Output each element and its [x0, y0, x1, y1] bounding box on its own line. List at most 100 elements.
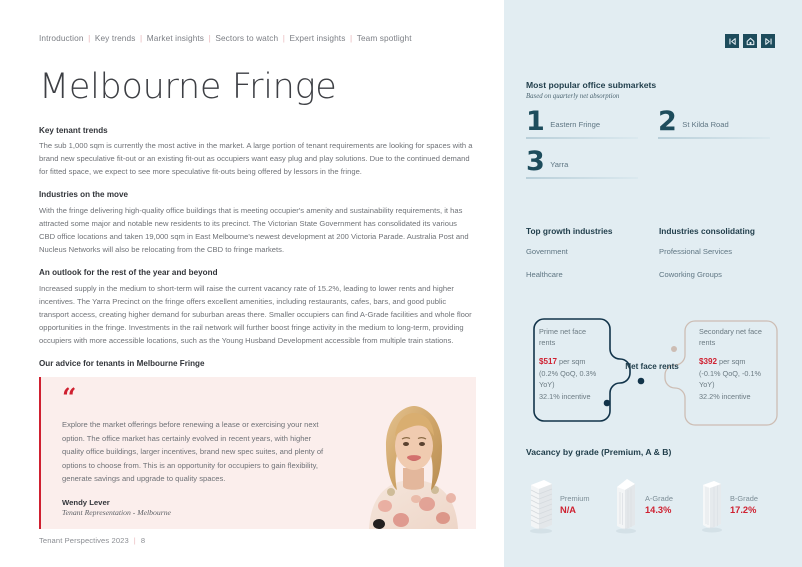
- rank-number: 1: [526, 105, 545, 137]
- vacancy-item-b-grade: B-Grade 17.2%: [696, 473, 780, 535]
- rank-underline: [658, 137, 770, 139]
- vacancy-by-grade-widget: Vacancy by grade (Premium, A & B) Premiu…: [526, 447, 780, 535]
- section-body: Increased supply in the medium to short-…: [39, 283, 472, 345]
- prime-rents-price-line: $517 per sqm: [539, 356, 601, 369]
- vacancy-text-group: A-Grade 14.3%: [645, 494, 673, 515]
- last-page-button[interactable]: [761, 34, 775, 48]
- vacancy-title: Vacancy by grade (Premium, A & B): [526, 447, 672, 457]
- prime-rents-unit: per sqm: [557, 356, 586, 366]
- industries-heading: Top growth industries: [526, 226, 613, 236]
- prime-rents-change: (0.2% QoQ, 0.3% YoY): [539, 369, 597, 390]
- industry-item: Professional Services: [659, 247, 733, 256]
- vacancy-label: Premium: [560, 493, 590, 503]
- breadcrumb-item-market-insights[interactable]: Market insights: [147, 33, 204, 43]
- breadcrumb-separator: |: [140, 33, 143, 43]
- vacancy-items-row: Premium N/A A-Grade 14.3% B-Grade 17.2%: [526, 473, 780, 535]
- rank-number: 2: [658, 105, 677, 137]
- prime-rents-price: $517: [539, 356, 558, 366]
- industry-item: Healthcare: [526, 270, 563, 279]
- report-page: Introduction | Key trends | Market insights |…: [0, 0, 802, 567]
- prime-net-face-rents-box: Prime net face rents $517 per sqm (0.2% …: [539, 326, 601, 402]
- vacancy-value: 14.3%: [645, 504, 672, 515]
- vacancy-label: A-Grade: [645, 493, 673, 503]
- vacancy-item-a-grade: A-Grade 14.3%: [611, 473, 695, 535]
- author-portrait-photo: [361, 394, 466, 530]
- industry-item: Coworking Groups: [659, 270, 722, 279]
- section-key-tenant-trends: Key tenant trends The sub 1,000 sqm is c…: [39, 126, 474, 179]
- vacancy-value: N/A: [560, 504, 577, 515]
- quote-text: Explore the market offerings before rene…: [62, 420, 324, 484]
- net-face-rents-center-label: Net face rents: [625, 362, 679, 371]
- submarket-rank-item: 2 St Kilda Road: [658, 105, 780, 139]
- footer-publication: Tenant Perspectives 2023: [39, 536, 129, 545]
- vacancy-text-group: Premium N/A: [560, 494, 590, 515]
- breadcrumb-separator: |: [208, 33, 211, 43]
- secondary-rents-incentive: 32.2% incentive: [699, 391, 751, 401]
- breadcrumb-separator: |: [349, 33, 353, 43]
- submarket-rank-item: 3 Yarra: [526, 145, 648, 179]
- rank-label: St Kilda Road: [682, 120, 729, 130]
- breadcrumb-item-introduction[interactable]: Introduction: [39, 33, 84, 43]
- breadcrumb-item-sectors-to-watch[interactable]: Sectors to watch: [215, 33, 278, 43]
- submarket-rank-item: 1 Eastern Fringe: [526, 105, 648, 139]
- footer-page-number: 8: [140, 536, 146, 545]
- vacancy-label: B-Grade: [730, 493, 758, 503]
- footer: Tenant Perspectives 2023 | 8: [39, 536, 145, 545]
- vacancy-value: 17.2%: [730, 504, 757, 515]
- premium-building-icon: [530, 480, 553, 534]
- quote-mark-icon: “: [62, 382, 76, 412]
- b-grade-building-icon: [702, 481, 722, 533]
- home-button[interactable]: [743, 34, 757, 48]
- secondary-net-face-rents-box: Secondary net face rents $392 per sqm (-…: [699, 326, 769, 402]
- breadcrumb-separator: |: [282, 33, 286, 43]
- prime-rents-incentive: 32.1% incentive: [539, 391, 591, 401]
- breadcrumb: Introduction | Key trends | Market insights |…: [39, 33, 474, 43]
- rank-underline: [526, 137, 638, 139]
- quote-author-role: Tenant Representation - Melbourne: [62, 508, 171, 518]
- footer-separator: |: [133, 536, 136, 545]
- industries-widget: Top growth industries Government Healthc…: [526, 226, 780, 293]
- left-content-column: Introduction | Key trends | Market insights |…: [0, 0, 504, 567]
- chevron-last-icon: [764, 37, 772, 45]
- vacancy-text-group: B-Grade 17.2%: [730, 494, 758, 515]
- section-heading: Industries on the move: [39, 190, 129, 200]
- section-industries-on-the-move: Industries on the move With the fringe d…: [39, 190, 474, 256]
- submarkets-subtitle: Based on quarterly net absorption: [526, 92, 620, 100]
- page-navigation-buttons: [725, 34, 775, 48]
- secondary-rents-price-line: $392 per sqm: [699, 356, 769, 369]
- secondary-rents-unit: per sqm: [717, 356, 746, 366]
- advice-quote-block: “ Explore the market offerings before re…: [39, 376, 476, 530]
- rank-number: 3: [526, 145, 545, 177]
- industries-heading: Industries consolidating: [659, 226, 755, 236]
- section-outlook: An outlook for the rest of the year and …: [39, 268, 474, 347]
- advice-heading: Our advice for tenants in Melbourne Frin…: [39, 358, 205, 368]
- top-growth-industries-column: Top growth industries Government Healthc…: [526, 226, 647, 293]
- page-title: Melbourne Fringe: [39, 67, 337, 107]
- net-face-rents-diagram: Prime net face rents $517 per sqm (0.2% …: [528, 315, 784, 427]
- section-body: The sub 1,000 sqm is currently the most …: [39, 141, 473, 177]
- first-page-button[interactable]: [725, 34, 739, 48]
- breadcrumb-item-expert-insights[interactable]: Expert insights: [290, 33, 346, 43]
- industry-item: Government: [526, 247, 568, 256]
- section-heading: An outlook for the rest of the year and …: [39, 268, 218, 278]
- rank-underline: [526, 177, 638, 179]
- breadcrumb-item-team-spotlight[interactable]: Team spotlight: [357, 33, 412, 43]
- chevron-first-icon: [728, 37, 736, 45]
- vacancy-item-premium: Premium N/A: [526, 473, 610, 535]
- prime-rents-title: Prime net face rents: [539, 327, 587, 348]
- secondary-rents-title: Secondary net face rents: [699, 327, 762, 348]
- secondary-rents-price: $392: [699, 356, 718, 366]
- breadcrumb-item-key-trends[interactable]: Key trends: [95, 33, 136, 43]
- rank-label: Yarra: [550, 160, 569, 170]
- secondary-rents-change: (-0.1% QoQ, -0.1% YoY): [699, 369, 762, 390]
- breadcrumb-separator: |: [88, 33, 91, 43]
- section-heading: Key tenant trends: [39, 125, 108, 135]
- quote-author-name: Wendy Lever: [62, 497, 110, 507]
- section-body: With the fringe delivering high-quality …: [39, 205, 469, 255]
- submarkets-title: Most popular office submarkets: [526, 80, 657, 90]
- a-grade-building-icon: [616, 479, 636, 534]
- right-stats-panel: Most popular office submarkets Based on …: [504, 0, 802, 567]
- rank-label: Eastern Fringe: [550, 120, 601, 130]
- home-icon: [746, 37, 754, 45]
- submarkets-rank-grid: 1 Eastern Fringe 2 St Kilda Road 3 Yarra: [526, 105, 780, 179]
